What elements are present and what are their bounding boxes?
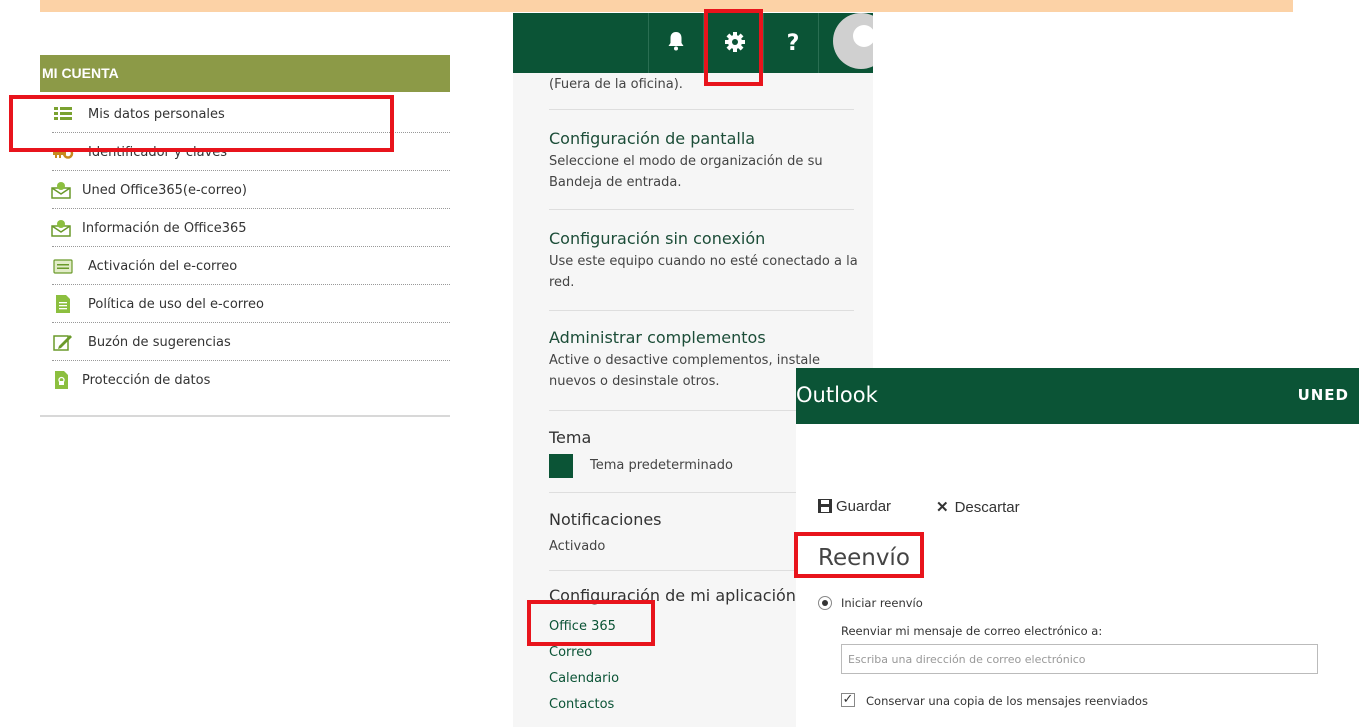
mail-icon — [51, 182, 71, 199]
save-icon — [818, 499, 832, 513]
menu-item-office365-info[interactable]: Información de Office365 — [51, 209, 450, 247]
display-settings-title[interactable]: Configuración de pantalla — [549, 129, 755, 148]
out-of-office-text: (Fuera de la oficina). — [549, 77, 683, 92]
bell-icon[interactable] — [667, 31, 685, 51]
highlight-forwarding-heading — [794, 532, 924, 578]
display-settings-desc: Seleccione el modo de organización de su — [549, 154, 823, 169]
save-label: Guardar — [836, 498, 892, 515]
link-calendar[interactable]: Calendario — [549, 671, 619, 686]
theme-title: Tema — [549, 428, 592, 447]
uned-logo: UNED — [1297, 386, 1349, 404]
settings-toolbar: ? — [513, 13, 873, 73]
lock-document-icon — [55, 371, 68, 389]
menu-item-label: Activación del e-correo — [88, 259, 238, 274]
menu-item-suggestions[interactable]: Buzón de sugerencias — [52, 323, 450, 361]
keep-copy-checkbox[interactable]: ✓ — [841, 693, 855, 707]
highlight-gear — [704, 9, 763, 86]
menu-item-office365-mail[interactable]: Uned Office365(e-correo) — [51, 171, 450, 209]
highlight-personal-data — [9, 95, 394, 152]
offline-settings-desc: red. — [549, 275, 575, 290]
account-menu-header: MI CUENTA — [40, 55, 450, 92]
menu-item-mail-activation[interactable]: Activación del e-correo — [52, 247, 450, 285]
start-forwarding-radio[interactable] — [818, 596, 832, 610]
link-mail[interactable]: Correo — [549, 645, 592, 660]
manage-addins-desc: nuevos o desinstale otros. — [549, 374, 720, 389]
keep-copy-label[interactable]: Conservar una copia de los mensajes reen… — [866, 694, 1148, 708]
forward-email-input[interactable] — [841, 644, 1318, 674]
offline-settings-title[interactable]: Configuración sin conexión — [549, 229, 765, 248]
close-icon: ✕ — [936, 499, 949, 516]
link-contacts[interactable]: Contactos — [549, 697, 614, 712]
theme-value[interactable]: Tema predeterminado — [590, 455, 733, 476]
notifications-title: Notificaciones — [549, 510, 662, 529]
highlight-office365-link — [527, 600, 655, 646]
theme-swatch[interactable] — [549, 454, 573, 478]
offline-settings-desc: Use este equipo cuando no esté conectado… — [549, 254, 858, 269]
outlook-header: Outlook UNED — [796, 368, 1359, 424]
menu-item-label: Uned Office365(e-correo) — [82, 183, 247, 198]
manage-addins-title[interactable]: Administrar complementos — [549, 328, 766, 347]
start-forwarding-label[interactable]: Iniciar reenvío — [841, 596, 923, 610]
document-icon — [56, 295, 70, 313]
mail-icon — [51, 220, 71, 237]
menu-item-label: Buzón de sugerencias — [88, 335, 231, 350]
save-button[interactable]: Guardar — [818, 498, 891, 515]
avatar-head — [853, 25, 873, 47]
display-settings-desc: Bandeja de entrada. — [549, 175, 682, 190]
discard-button[interactable]: ✕ Descartar — [936, 498, 1020, 516]
outlook-title: Outlook — [796, 383, 878, 407]
discard-label: Descartar — [954, 499, 1020, 516]
pencil-icon — [53, 335, 72, 351]
menu-item-data-protection[interactable]: Protección de datos — [52, 361, 450, 399]
menu-item-usage-policy[interactable]: Política de uso del e-correo — [52, 285, 450, 323]
notifications-value[interactable]: Activado — [549, 536, 605, 557]
top-strip — [40, 0, 1293, 12]
help-icon[interactable]: ? — [778, 31, 808, 56]
manage-addins-desc: Active o desactive complementos, instale — [549, 353, 821, 368]
card-icon — [53, 259, 73, 274]
menu-item-label: Protección de datos — [82, 373, 211, 388]
menu-item-label: Información de Office365 — [82, 221, 247, 236]
forward-to-label: Reenviar mi mensaje de correo electrónic… — [841, 624, 1103, 638]
menu-item-label: Política de uso del e-correo — [88, 297, 264, 312]
